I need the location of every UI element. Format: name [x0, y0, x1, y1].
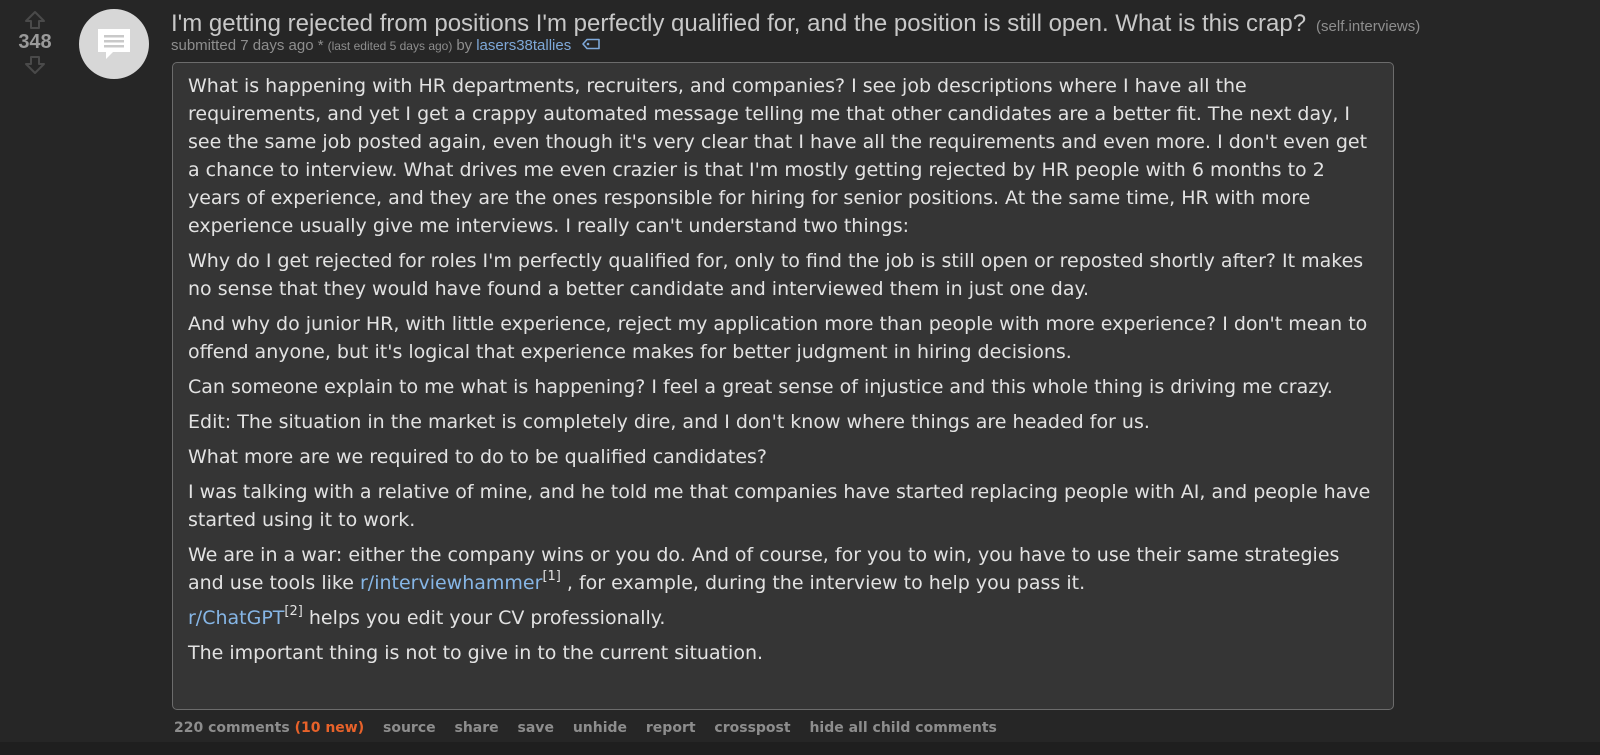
comments-button[interactable]: 220 comments (10 new) — [174, 720, 364, 736]
unhide-button[interactable]: unhide — [573, 720, 627, 736]
body-paragraph: I was talking with a relative of mine, a… — [188, 481, 1371, 531]
hide-child-comments-button[interactable]: hide all child comments — [809, 720, 996, 736]
body-paragraph: Why do I get rejected for roles I'm perf… — [188, 250, 1364, 300]
paragraph-text: helps you edit your CV professionally. — [302, 607, 666, 629]
author-link[interactable]: lasers38tallies — [476, 37, 571, 54]
save-button[interactable]: save — [518, 720, 554, 736]
post-buttons: 220 comments (10 new) source share save … — [174, 720, 1011, 736]
report-button[interactable]: report — [646, 720, 696, 736]
self-post-thumbnail[interactable] — [79, 9, 149, 79]
vote-column: 348 — [8, 10, 62, 75]
tagline: submitted 7 days ago * (last edited 5 da… — [171, 37, 601, 54]
paragraph-text: , for example, during the interview to h… — [560, 572, 1086, 594]
body-paragraph: And why do junior HR, with little experi… — [188, 313, 1368, 363]
share-button[interactable]: share — [455, 720, 499, 736]
subreddit-link-chatgpt[interactable]: r/ChatGPT — [188, 607, 284, 629]
body-paragraph: Edit: The situation in the market is com… — [188, 411, 1150, 433]
post-page: 348 I'm getting rejected from positions … — [0, 0, 1600, 755]
edited-time: (last edited 5 days ago) — [327, 38, 453, 53]
bottom-divider — [0, 742, 1600, 755]
new-comments-count[interactable]: (10 new) — [295, 720, 365, 736]
post-title[interactable]: I'm getting rejected from positions I'm … — [171, 10, 1306, 37]
post-body: What is happening with HR departments, r… — [172, 62, 1394, 710]
upvote-arrow-icon[interactable] — [24, 10, 46, 30]
submitted-time: submitted 7 days ago * — [171, 37, 324, 54]
by-label: by — [456, 37, 473, 54]
body-paragraph: What is happening with HR departments, r… — [188, 75, 1368, 237]
score: 348 — [18, 31, 52, 53]
crosspost-button[interactable]: crosspost — [714, 720, 790, 736]
self-post-chat-icon — [98, 29, 130, 59]
body-paragraph: r/ChatGPT[2] helps you edit your CV prof… — [188, 604, 1379, 632]
title-line: I'm getting rejected from positions I'm … — [171, 9, 1591, 39]
body-paragraph: We are in a war: either the company wins… — [188, 541, 1379, 597]
comments-count[interactable]: 220 comments — [174, 720, 290, 736]
footnote-ref[interactable]: [2] — [284, 604, 302, 619]
downvote-arrow-icon[interactable] — [24, 55, 46, 75]
tag-icon — [581, 37, 601, 54]
post-domain[interactable]: (self.interviews) — [1316, 18, 1420, 35]
subreddit-link-interviewhammer[interactable]: r/interviewhammer — [360, 572, 542, 594]
body-paragraph: Can someone explain to me what is happen… — [188, 376, 1333, 398]
body-paragraph: What more are we required to do to be qu… — [188, 446, 767, 468]
footnote-ref[interactable]: [1] — [542, 569, 560, 584]
source-button[interactable]: source — [383, 720, 436, 736]
body-paragraph: The important thing is not to give in to… — [188, 642, 764, 664]
